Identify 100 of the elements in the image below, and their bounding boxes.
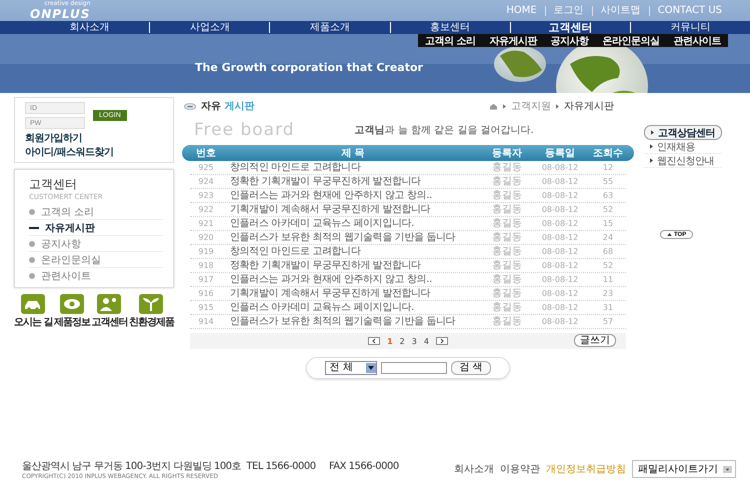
table-cell-text: 홍길동 bbox=[491, 204, 523, 216]
previous-page-button[interactable] bbox=[368, 337, 380, 345]
side-menu-item[interactable]: 공지사항 bbox=[41, 236, 81, 250]
page-link[interactable]: 2 bbox=[400, 336, 405, 346]
table-cell-text: 924 bbox=[197, 176, 215, 188]
table-cell-text: 925 bbox=[197, 162, 215, 174]
page-link[interactable]: 4 bbox=[424, 336, 429, 346]
post-title-link[interactable]: 정확한 기획개발이 무궁무진하게 발전합니다 bbox=[222, 260, 484, 272]
post-title-link[interactable]: 기획개발이 계속해서 무궁무진하게 발전합니다 bbox=[222, 204, 484, 216]
right-menu-item[interactable]: 인재채용 bbox=[644, 140, 722, 154]
footer-link[interactable]: 이용약관 bbox=[500, 462, 540, 476]
nav-item[interactable]: 고객센터 bbox=[510, 22, 630, 33]
footer-link[interactable]: 회사소개 bbox=[454, 462, 494, 476]
table-cell-text: 24 bbox=[602, 232, 614, 244]
family-site-button[interactable]: 패밀리사이트가기 bbox=[632, 460, 736, 478]
car-icon bbox=[21, 294, 46, 314]
table-cell-text: 홍길동 bbox=[491, 302, 523, 314]
nav-item[interactable]: 제품소개 bbox=[269, 22, 390, 33]
column-header: 조회수 bbox=[592, 147, 624, 160]
bullet-icon bbox=[29, 256, 35, 262]
login-link[interactable]: 회원가입하기 bbox=[25, 131, 82, 145]
side-menu-title: 고객센터 bbox=[29, 176, 78, 193]
page-link[interactable]: 3 bbox=[412, 336, 417, 346]
side-menu-item[interactable]: 자유게시판 bbox=[45, 220, 95, 234]
post-title-link[interactable]: 인플러스 아카데미 교육뉴스 페이지입니다. bbox=[222, 218, 484, 230]
submenu-item[interactable]: 관련사이트 bbox=[673, 34, 721, 48]
nav-item[interactable]: 커뮤니티 bbox=[630, 22, 750, 33]
quick-link[interactable]: 친환경제품 bbox=[128, 294, 174, 329]
post-title-link[interactable]: 기획개발이 계속해서 무궁무진하게 발전합니다 bbox=[222, 288, 484, 300]
breadcrumb-link[interactable]: 자유게시판 bbox=[564, 99, 614, 113]
home-icon bbox=[489, 102, 498, 110]
submenu-item[interactable]: 온라인문의실 bbox=[602, 34, 660, 48]
caret-icon bbox=[723, 466, 732, 472]
write-button[interactable]: 글쓰기 bbox=[574, 334, 616, 347]
arrow-icon bbox=[650, 144, 653, 149]
breadcrumb-link[interactable]: 고객지원 bbox=[511, 99, 551, 113]
table-cell-text: 08-08-12 bbox=[540, 218, 580, 230]
table-cell-text: 921 bbox=[197, 218, 215, 230]
side-menu-item[interactable]: 관련사이트 bbox=[41, 268, 91, 282]
right-menu-item[interactable]: 고객상담센터 bbox=[644, 125, 722, 140]
caret-up-icon bbox=[667, 233, 672, 236]
table-cell-text: 08-08-12 bbox=[540, 246, 580, 258]
side-menu-item[interactable]: 고객의 소리 bbox=[41, 204, 94, 218]
column-header: 등록자 bbox=[491, 147, 523, 160]
arrow-icon bbox=[503, 104, 506, 108]
table-cell-text: 홍길동 bbox=[491, 260, 523, 272]
board-title: 자유 게시판 bbox=[201, 100, 254, 113]
table-cell-text: 08-08-12 bbox=[540, 316, 580, 328]
post-title-link[interactable]: 창의적인 마인드로 고려합니다 bbox=[222, 246, 484, 258]
table-cell-text: 홍길동 bbox=[491, 288, 523, 300]
table-cell-text: 홍길동 bbox=[491, 316, 523, 328]
banner-headline: The Growth corporation that Creator bbox=[195, 61, 423, 74]
bullet-icon bbox=[29, 208, 35, 214]
dash-icon bbox=[29, 226, 39, 228]
quick-link[interactable]: 제품정보 bbox=[54, 294, 90, 329]
table-cell-text: 08-08-12 bbox=[540, 288, 580, 300]
post-title-link[interactable]: 인플러스 아카데미 교육뉴스 페이지입니다. bbox=[222, 302, 484, 314]
nav-item[interactable]: 회사소개 bbox=[30, 22, 150, 33]
side-menu-item[interactable]: 온라인문의실 bbox=[41, 252, 101, 266]
caret-icon bbox=[366, 362, 376, 374]
table-cell-text: 917 bbox=[197, 274, 215, 286]
post-title-link[interactable]: 인플러스는 과거와 현재에 안주하지 않고 창의.. bbox=[222, 190, 484, 202]
table-cell-text: 916 bbox=[197, 288, 215, 300]
next-page-button[interactable] bbox=[436, 337, 448, 345]
quick-link[interactable]: 고객센터 bbox=[91, 294, 128, 329]
table-cell-text: 63 bbox=[602, 190, 614, 202]
search-button[interactable]: 검 색 bbox=[450, 361, 492, 375]
search-field[interactable] bbox=[380, 362, 447, 374]
nav-item[interactable]: 사업소개 bbox=[149, 22, 270, 33]
post-title-link[interactable]: 창의적인 마인드로 고려합니다 bbox=[222, 162, 484, 174]
submenu-item[interactable]: 공지사항 bbox=[550, 34, 589, 48]
table-cell-text: 08-08-12 bbox=[540, 274, 580, 286]
table-cell-text: 홍길동 bbox=[491, 190, 523, 202]
arrow-icon bbox=[650, 158, 653, 163]
table-cell-text: 920 bbox=[197, 232, 215, 244]
table-cell-text: 홍길동 bbox=[491, 246, 523, 258]
eye-icon bbox=[60, 294, 84, 314]
table-cell-text: 08-08-12 bbox=[540, 190, 580, 202]
chevron-left-icon bbox=[371, 338, 378, 344]
table-cell-text: 홍길동 bbox=[491, 232, 523, 244]
nav-item[interactable]: 홍보센터 bbox=[390, 22, 510, 33]
post-title-link[interactable]: 인플러스가 보유한 최적의 웹기술력을 기반을 둡니다 bbox=[222, 232, 484, 244]
post-title-link[interactable]: 인플러스가 보유한 최적의 웹기술력을 기반을 둡니다 bbox=[222, 316, 484, 328]
submenu-item[interactable]: 자유게시판 bbox=[489, 34, 537, 48]
right-menu-item[interactable]: 웹진신청안내 bbox=[644, 154, 722, 168]
login-link[interactable]: 아이디/패스워드찾기 bbox=[25, 145, 114, 159]
table-cell-text: 923 bbox=[197, 190, 215, 202]
column-header: 등록일 bbox=[544, 147, 576, 160]
footer-address: 울산광역시 남구 무거동 100-3번지 다원빌딩 100호 TEL 1566-0000 FAX 1566-0000 bbox=[22, 460, 399, 472]
post-title-link[interactable]: 인플러스는 과거와 현재에 안주하지 않고 창의.. bbox=[222, 274, 484, 286]
table-cell-text: 918 bbox=[197, 260, 215, 272]
sprout-icon bbox=[139, 294, 164, 314]
post-title-link[interactable]: 정확한 기획개발이 무궁무진하게 발전합니다 bbox=[222, 176, 484, 188]
submenu-item[interactable]: 고객의 소리 bbox=[424, 34, 476, 48]
search-scope-dropdown[interactable]: 전 체 bbox=[324, 361, 377, 375]
table-cell-text: 홍길동 bbox=[491, 274, 523, 286]
quick-link[interactable]: 오시는 길 bbox=[14, 294, 52, 329]
table-cell-text: 08-08-12 bbox=[540, 302, 580, 314]
table-cell-text: 08-08-12 bbox=[540, 232, 580, 244]
table-cell-text: 922 bbox=[197, 204, 215, 216]
